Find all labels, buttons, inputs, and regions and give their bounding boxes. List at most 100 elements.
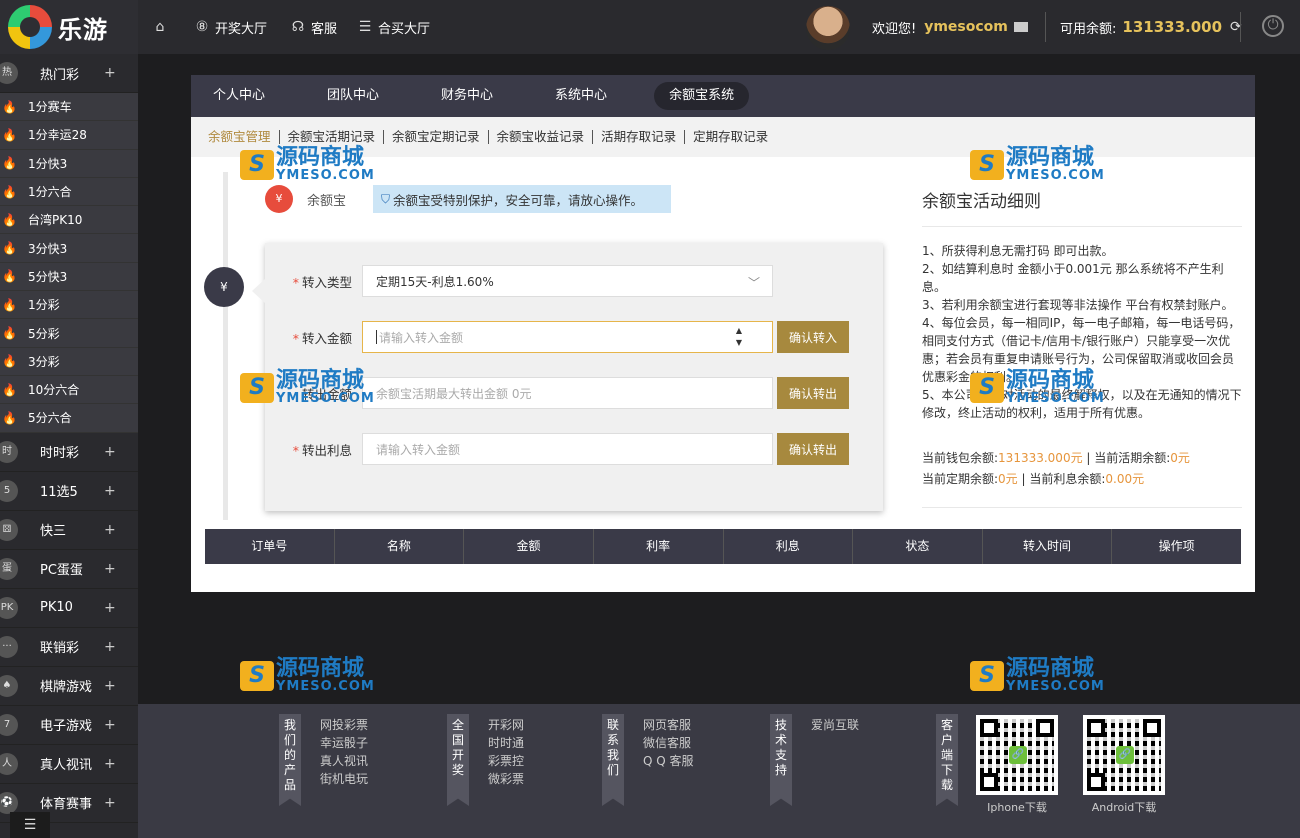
current-label: 当前活期余额: (1094, 451, 1171, 465)
sidebar-category-k3[interactable]: ⚄ 快三 + (0, 511, 138, 550)
qr-label[interactable]: Android下载 (1079, 799, 1169, 815)
footer-link[interactable]: Q Q 客服 (643, 752, 694, 770)
sidebar-category-11x5[interactable]: 5 11选5 + (0, 472, 138, 511)
sidebar-item[interactable]: 🔥 10分六合 (0, 375, 138, 405)
yeb-header: ¥ 余额宝 (265, 185, 346, 213)
home-button[interactable]: ⌂ (152, 0, 173, 54)
sidebar-item[interactable]: 🔥 5分快3 (0, 262, 138, 292)
divider (1045, 12, 1046, 42)
footer-link[interactable]: 开彩网 (488, 716, 524, 734)
sidebar-item[interactable]: 🔥 1分快3 (0, 149, 138, 178)
expand-icon[interactable]: + (104, 678, 116, 694)
footer-link[interactable]: 网投彩票 (320, 716, 368, 734)
watermark-en: YMESO.COM (276, 679, 375, 694)
sidebar-item[interactable]: 🔥 3分彩 (0, 347, 138, 376)
watermark-en: YMESO.COM (276, 168, 375, 183)
subtab-fixed-record[interactable]: 余额宝定期记录 (384, 130, 489, 144)
sidebar-category-pk10[interactable]: PK PK10 + (0, 589, 138, 628)
sidebar-category-hot[interactable]: 热 热门彩 + (0, 54, 138, 93)
expand-icon[interactable]: + (104, 639, 116, 655)
in-label-wrap: * 转入金额 (292, 330, 352, 346)
subtab-income-record[interactable]: 余额宝收益记录 (489, 130, 594, 144)
sidebar-category-pcdd[interactable]: 蛋 PC蛋蛋 + (0, 550, 138, 589)
column-header[interactable]: 金额 (464, 529, 594, 564)
sidebar-category-slots[interactable]: 7 电子游戏 + (0, 706, 138, 745)
footer-link[interactable]: 真人视讯 (320, 752, 368, 770)
qr-label[interactable]: Iphone下载 (972, 799, 1062, 815)
footer-link[interactable]: 彩票控 (488, 752, 524, 770)
footer-link[interactable]: 微信客服 (643, 734, 694, 752)
column-header[interactable]: 操作项 (1112, 529, 1241, 564)
sidebar-item[interactable]: 🔥 1分赛车 (0, 93, 138, 122)
confirm-interest-out-button[interactable]: 确认转出 (777, 433, 849, 465)
tab-team[interactable]: 团队中心 (312, 82, 394, 110)
tab-finance[interactable]: 财务中心 (426, 82, 508, 110)
expand-icon[interactable]: + (104, 561, 116, 577)
logo[interactable]: 乐游 (0, 0, 138, 54)
sidebar-category-live[interactable]: 人 真人视讯 + (0, 745, 138, 784)
sidebar-item[interactable]: 🔥 台湾PK10 (0, 206, 138, 235)
tab-system[interactable]: 系统中心 (540, 82, 622, 110)
confirm-in-button[interactable]: 确认转入 (777, 321, 849, 353)
sidebar-item[interactable]: 🔥 1分彩 (0, 291, 138, 320)
timeline (223, 172, 228, 520)
footer-link[interactable]: 网页客服 (643, 716, 694, 734)
sidebar-item[interactable]: 🔥 5分六合 (0, 404, 138, 433)
sidebar-item[interactable]: 🔥 3分快3 (0, 234, 138, 263)
sidebar-category-lxc[interactable]: ··· 联销彩 + (0, 628, 138, 667)
out-amount-input[interactable]: 余额宝活期最大转出金额 0元 (362, 377, 773, 409)
subtab-yeb-manage[interactable]: 余额宝管理 (208, 130, 280, 144)
expand-icon[interactable]: + (104, 483, 116, 499)
footer-group-contact: 联系我们 网页客服 微信客服 Q Q 客服 (602, 714, 694, 806)
expand-icon[interactable]: + (104, 522, 116, 538)
footer-link[interactable]: 时时通 (488, 734, 524, 752)
expand-icon[interactable]: + (104, 444, 116, 460)
column-header[interactable]: 转入时间 (983, 529, 1113, 564)
footer-link[interactable]: 爱尚互联 (811, 716, 859, 734)
sidebar-item[interactable]: 🔥 1分六合 (0, 177, 138, 207)
footer-link[interactable]: 街机电玩 (320, 770, 368, 788)
hot-lottery-icon: 热 (0, 62, 18, 84)
nav-group-buy-hall[interactable]: ☰ 合买大厅 (357, 0, 430, 54)
sidebar-category-ssc[interactable]: 时 时时彩 + (0, 433, 138, 472)
mail-icon[interactable] (1013, 22, 1028, 32)
column-header[interactable]: 利率 (594, 529, 724, 564)
nav-lottery-hall[interactable]: ⑧ 开奖大厅 (194, 0, 267, 54)
username[interactable]: ymesocom (924, 19, 1008, 35)
footer-link[interactable]: 微彩票 (488, 770, 524, 788)
number-spinner-icon[interactable]: ▲ ▼ (736, 325, 742, 349)
column-header[interactable]: 状态 (853, 529, 983, 564)
column-header[interactable]: 利息 (724, 529, 854, 564)
footer-badge: 全国开奖 (447, 714, 469, 806)
sidebar-category-cards[interactable]: ♠ 棋牌游戏 + (0, 667, 138, 706)
watermark: S 源码商城 YMESO.COM (240, 147, 375, 182)
footer-link[interactable]: 幸运骰子 (320, 734, 368, 752)
sidebar-item[interactable]: 🔥 1分幸运28 (0, 121, 138, 150)
expand-icon[interactable]: + (104, 795, 116, 811)
column-header[interactable]: 订单号 (205, 529, 335, 564)
interest-input[interactable]: 请输入转入金额 (362, 433, 773, 465)
tab-personal[interactable]: 个人中心 (198, 82, 280, 110)
avatar[interactable] (806, 6, 850, 50)
football-icon: ⚽ (0, 791, 18, 814)
expand-icon[interactable]: + (104, 600, 116, 616)
type-select[interactable]: 定期15天-利息1.60% ﹀ (362, 265, 773, 297)
power-icon[interactable]: ⏻ (1262, 15, 1284, 37)
subtab-current-deposit-record[interactable]: 活期存取记录 (593, 130, 686, 144)
sidebar-item[interactable]: 🔥 5分彩 (0, 319, 138, 348)
subtab-current-record[interactable]: 余额宝活期记录 (280, 130, 385, 144)
expand-icon[interactable]: + (104, 65, 116, 81)
confirm-out-button[interactable]: 确认转出 (777, 377, 849, 409)
expand-icon[interactable]: + (104, 756, 116, 772)
column-header[interactable]: 名称 (335, 529, 465, 564)
subtab-fixed-deposit-record[interactable]: 定期存取记录 (685, 130, 776, 144)
lottery-ball-icon: ⑧ (195, 19, 209, 35)
in-amount-input[interactable]: 请输入转入金额 ▲ ▼ (362, 321, 773, 353)
tab-yeb[interactable]: 余额宝系统 (654, 82, 750, 110)
fixed-label: 当前定期余额: (922, 472, 999, 486)
watermark: S 源码商城 YMESO.COM (970, 370, 1105, 405)
expand-icon[interactable]: + (104, 717, 116, 733)
menu-toggle-icon[interactable]: ☰ (10, 812, 50, 838)
nav-customer-service[interactable]: ☊ 客服 (290, 0, 337, 54)
in-amount-placeholder: 请输入转入金额 (379, 330, 464, 345)
